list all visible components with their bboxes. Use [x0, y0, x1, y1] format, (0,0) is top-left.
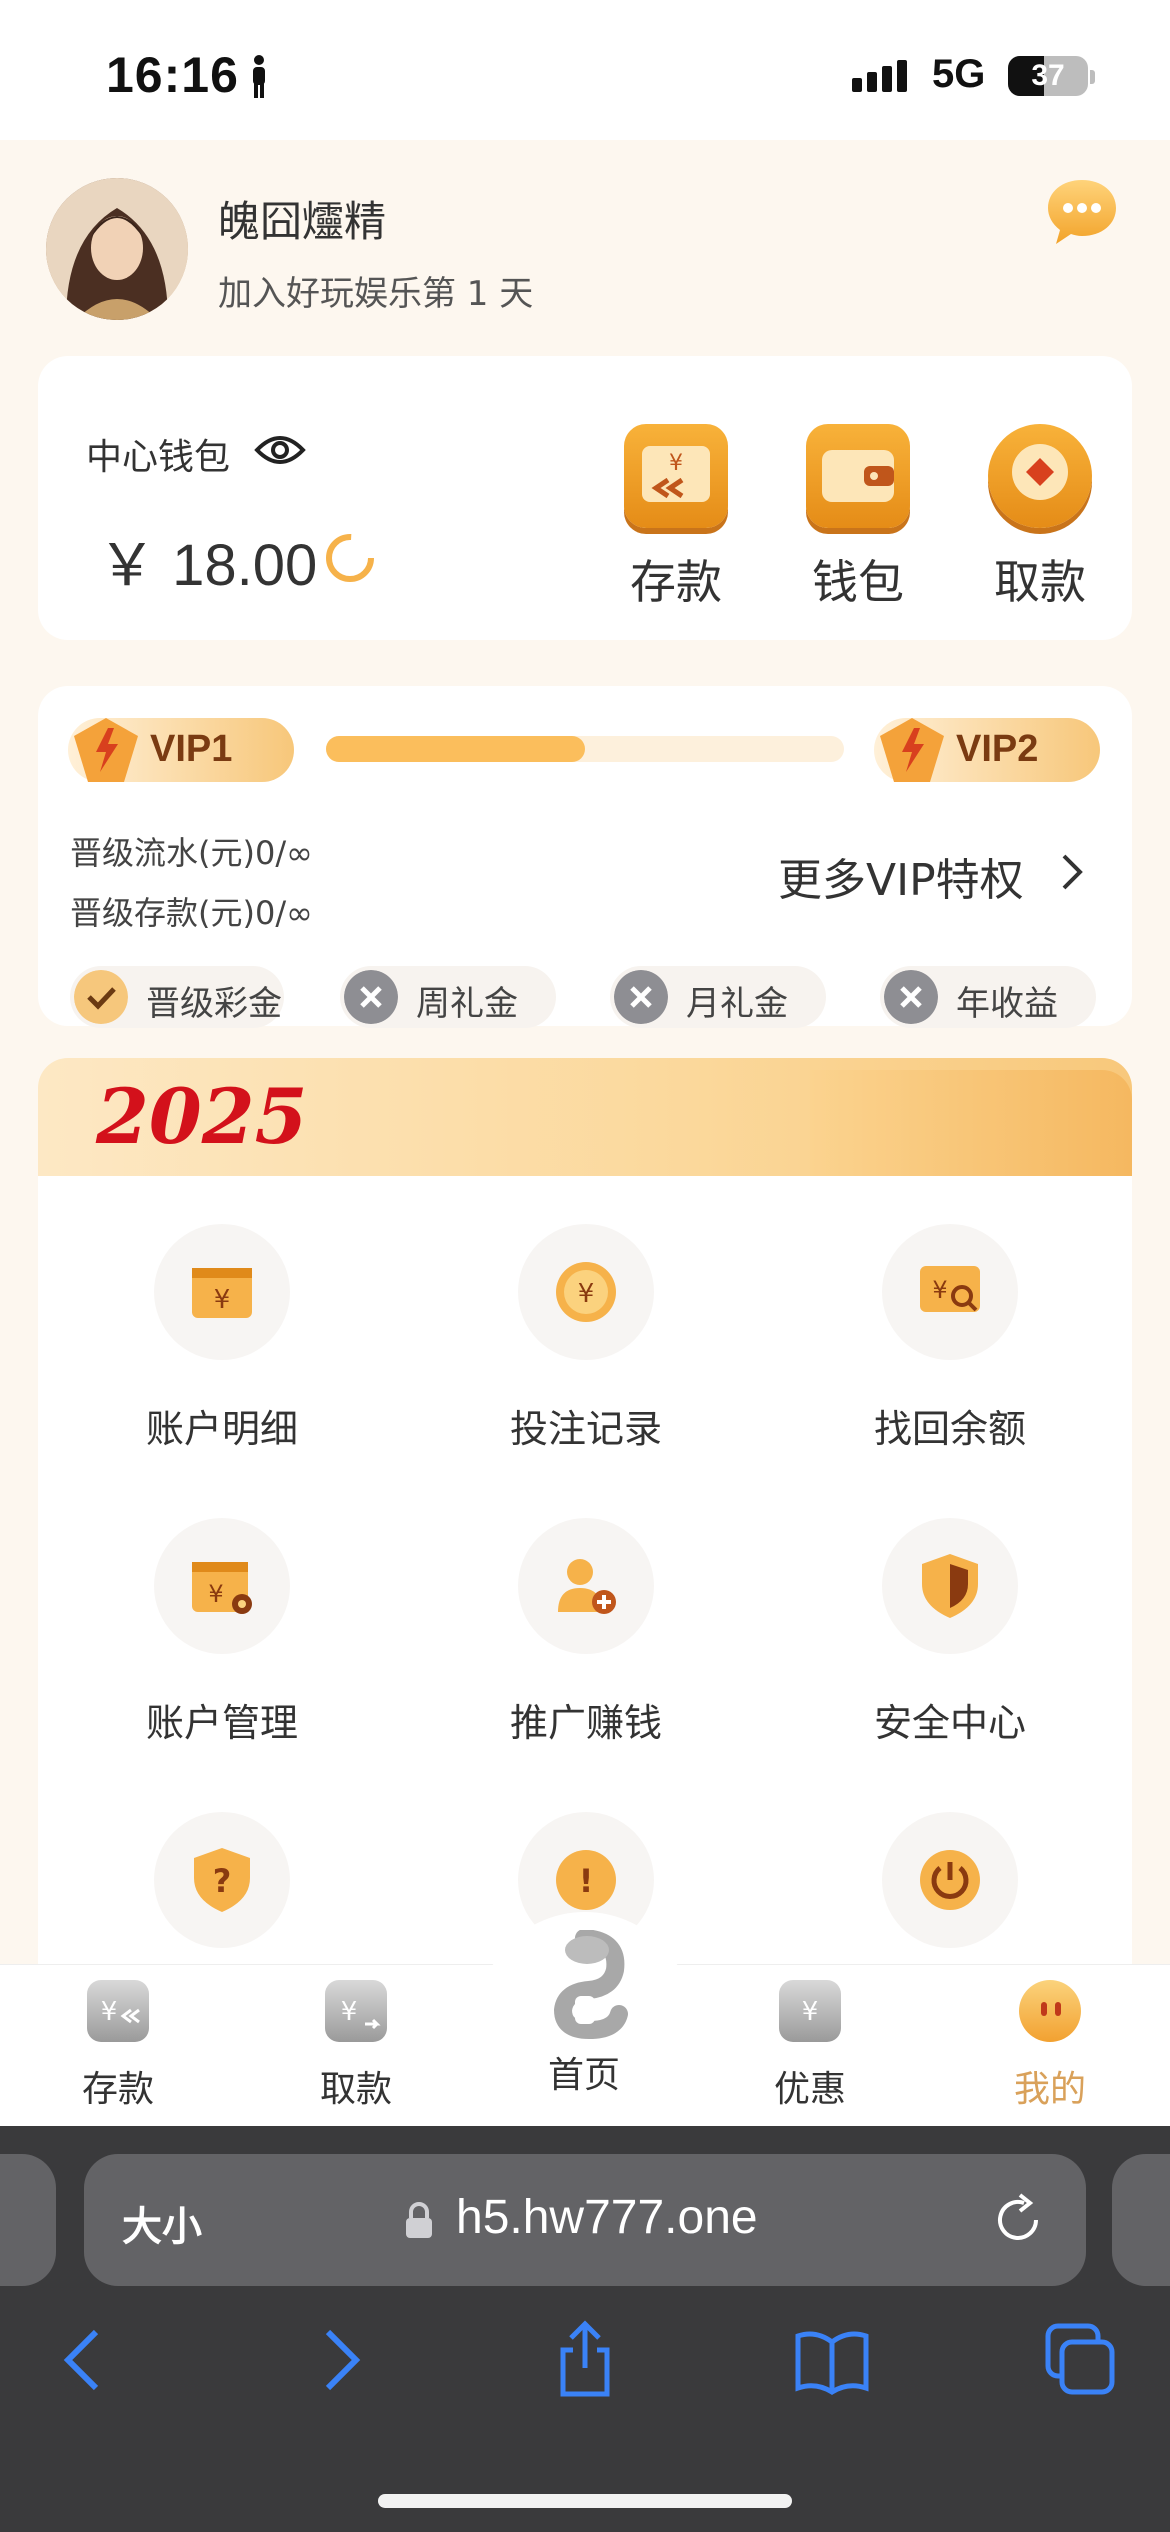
more-vip-link[interactable]: 更多VIP特权	[778, 844, 1024, 908]
wallet-icon	[806, 424, 910, 528]
notice-icon: !	[556, 1850, 616, 1910]
check-icon	[74, 970, 128, 1024]
menu-item-recover-balance[interactable]: ¥ 找回余额	[800, 1224, 1100, 1453]
home-indicator	[378, 2494, 792, 2508]
share-icon[interactable]	[545, 2320, 625, 2400]
withdraw-button[interactable]: 取款	[970, 424, 1110, 612]
chat-bubble-icon[interactable]	[1044, 174, 1120, 250]
wallet-balance: ￥ 18.00	[98, 533, 318, 598]
menu-item-logout[interactable]	[800, 1812, 1100, 1948]
refresh-icon[interactable]	[322, 530, 378, 586]
battery-tip	[1090, 70, 1095, 84]
svg-text:¥: ¥	[101, 1997, 118, 2027]
menu-item-account-detail[interactable]: ¥ 账户明细	[72, 1224, 372, 1453]
power-icon	[920, 1850, 980, 1910]
perk-chip-yearly[interactable]: 年收益	[880, 966, 1096, 1028]
banner-decoration	[810, 1070, 1132, 1176]
deposit-icon: ¥	[624, 424, 728, 528]
lock-icon	[406, 2202, 432, 2238]
back-icon[interactable]	[46, 2320, 126, 2400]
promote-icon	[558, 1559, 616, 1614]
tab-deposit[interactable]: ¥ 存款	[38, 1980, 198, 2112]
deposit-button[interactable]: ¥ 存款	[606, 424, 746, 612]
shield-icon	[922, 1554, 978, 1618]
close-icon	[614, 970, 668, 1024]
svg-text:¥: ¥	[214, 1285, 231, 1315]
username: 魄囧爧精	[218, 197, 387, 246]
avatar-portrait-icon	[46, 178, 188, 320]
svg-text:¥: ¥	[208, 1580, 223, 1608]
menu-item-bet-record[interactable]: ¥ 投注记录	[436, 1224, 736, 1453]
withdraw-icon	[988, 424, 1092, 528]
vip-current-badge: VIP1	[68, 718, 294, 782]
account-detail-icon: ¥	[192, 1268, 252, 1318]
reload-icon[interactable]	[990, 2190, 1046, 2250]
tab-withdraw[interactable]: ¥ 取款	[276, 1980, 436, 2112]
join-days-text: 加入好玩娱乐第 1 天	[218, 274, 534, 314]
text-size-button[interactable]: 大小	[122, 2194, 202, 2252]
menu-item-promote[interactable]: 推广赚钱	[436, 1518, 736, 1747]
svg-text:¥: ¥	[802, 1997, 819, 2027]
bookmarks-icon[interactable]	[792, 2320, 872, 2400]
vip-next-badge: VIP2	[874, 718, 1100, 782]
tabs-icon[interactable]	[1040, 2320, 1120, 2400]
menu-item-account-manage[interactable]: ¥ 账户管理	[72, 1518, 372, 1747]
signal-icon	[852, 60, 912, 92]
mine-tab-icon	[1019, 1980, 1081, 2042]
url-text[interactable]: h5.hw777.one	[456, 2190, 758, 2245]
snake-home-icon	[553, 1929, 628, 2040]
next-tab-preview[interactable]	[1112, 2154, 1170, 2286]
lightning-icon	[880, 718, 944, 782]
svg-text:?: ?	[213, 1862, 232, 1900]
network-type: 5G	[932, 52, 986, 96]
person-icon	[253, 55, 265, 98]
perk-chip-monthly[interactable]: 月礼金	[610, 966, 826, 1028]
help-icon: ?	[194, 1848, 250, 1912]
close-icon	[344, 970, 398, 1024]
lightning-icon	[74, 718, 138, 782]
svg-text:¥: ¥	[341, 1997, 358, 2027]
vip-deposit-line: 晋级存款(元)0/∞	[70, 894, 313, 932]
promo-tab-icon: ¥	[779, 1980, 841, 2042]
perk-chip-upgrade-bonus[interactable]: 晋级彩金	[70, 966, 284, 1028]
forward-icon[interactable]	[298, 2320, 378, 2400]
menu-item-help[interactable]: ?	[72, 1812, 372, 1948]
svg-text:!: !	[579, 1862, 594, 1900]
tab-home[interactable]: 首页	[504, 1929, 664, 2098]
eye-icon[interactable]	[254, 430, 306, 470]
battery-icon: 37	[1008, 56, 1088, 96]
vip-turnover-line: 晋级流水(元)0/∞	[70, 834, 313, 872]
vip-progress-fill	[326, 736, 585, 762]
vip-progress-bar	[326, 736, 844, 762]
recover-balance-icon: ¥	[920, 1266, 980, 1312]
withdraw-tab-icon: ¥	[325, 1980, 387, 2042]
menu-item-security[interactable]: 安全中心	[800, 1518, 1100, 1747]
tab-promo[interactable]: ¥ 优惠	[730, 1980, 890, 2112]
tab-mine[interactable]: 我的	[970, 1980, 1130, 2112]
wallet-label: 中心钱包	[86, 437, 231, 478]
close-icon	[884, 970, 938, 1024]
svg-text:¥: ¥	[578, 1279, 595, 1309]
status-time: 16:16	[106, 47, 239, 103]
perk-chip-weekly[interactable]: 周礼金	[340, 966, 556, 1028]
account-manage-icon: ¥	[192, 1562, 252, 1614]
deposit-tab-icon: ¥	[87, 1980, 149, 2042]
avatar[interactable]	[46, 178, 188, 320]
svg-text:¥: ¥	[669, 451, 683, 476]
svg-text:¥: ¥	[932, 1276, 947, 1304]
bet-record-icon: ¥	[556, 1262, 616, 1322]
chevron-right-icon[interactable]	[1060, 852, 1086, 892]
wallet-button[interactable]: 钱包	[788, 424, 928, 612]
banner-year: 2025	[96, 1072, 308, 1161]
prev-tab-preview[interactable]	[0, 2154, 56, 2286]
